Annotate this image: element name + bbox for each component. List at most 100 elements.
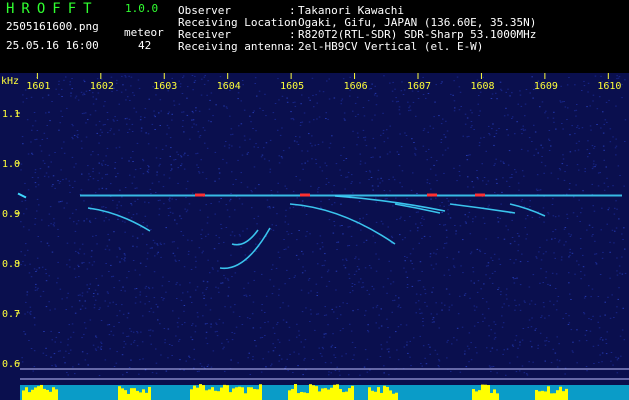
noise-dot	[449, 274, 451, 276]
noise-dot	[422, 325, 425, 327]
noise-dot	[591, 235, 593, 237]
noise-dot	[383, 190, 386, 191]
noise-dot	[424, 288, 426, 290]
noise-dot	[495, 178, 498, 180]
noise-dot	[100, 342, 103, 344]
noise-dot	[412, 248, 414, 250]
noise-dot	[99, 347, 102, 349]
noise-dot	[270, 268, 273, 270]
noise-dot	[499, 218, 501, 220]
noise-dot	[48, 111, 50, 113]
noise-dot	[493, 321, 495, 323]
noise-dot	[174, 159, 177, 160]
noise-dot	[25, 301, 27, 303]
noise-dot	[603, 182, 606, 184]
noise-dot	[390, 283, 392, 285]
noise-dot	[290, 111, 292, 113]
noise-dot	[352, 110, 354, 112]
noise-dot	[464, 214, 466, 216]
noise-dot	[207, 120, 210, 122]
noise-dot	[237, 98, 239, 100]
noise-dot	[503, 238, 506, 240]
noise-dot	[136, 237, 139, 239]
noise-dot	[285, 321, 288, 323]
noise-dot	[53, 353, 56, 355]
activity-bar	[315, 386, 318, 400]
noise-dot	[168, 281, 170, 282]
noise-dot	[552, 348, 554, 350]
noise-dot	[421, 270, 423, 272]
noise-dot	[539, 106, 541, 108]
noise-dot	[146, 258, 149, 260]
noise-dot	[474, 216, 477, 218]
noise-dot	[249, 318, 251, 320]
app-version: 1.0.0	[125, 2, 159, 15]
noise-dot	[301, 200, 304, 202]
noise-dot	[122, 84, 124, 86]
activity-bar	[395, 392, 398, 400]
noise-dot	[132, 245, 134, 247]
noise-dot	[147, 169, 150, 171]
noise-dot	[612, 364, 614, 366]
noise-dot	[159, 125, 161, 126]
noise-dot	[297, 144, 300, 145]
noise-dot	[494, 323, 497, 325]
noise-dot	[172, 212, 174, 214]
noise-dot	[415, 312, 417, 314]
noise-dot	[198, 172, 201, 174]
noise-dot	[197, 316, 199, 318]
info-label-antenna: Receiving antenna	[178, 40, 291, 53]
noise-dot	[450, 370, 452, 372]
noise-dot	[478, 95, 480, 96]
noise-dot	[119, 261, 121, 263]
noise-dot	[595, 253, 598, 255]
noise-dot	[240, 172, 242, 174]
noise-dot	[22, 101, 24, 103]
noise-dot	[272, 350, 275, 352]
noise-dot	[328, 78, 330, 80]
noise-dot	[310, 290, 312, 292]
noise-dot	[559, 100, 561, 102]
noise-dot	[172, 252, 175, 254]
noise-dot	[175, 199, 177, 201]
noise-dot	[335, 270, 338, 272]
noise-dot	[284, 283, 286, 285]
activity-bar	[538, 391, 541, 400]
noise-dot	[74, 312, 77, 314]
noise-dot	[432, 317, 435, 319]
noise-dot	[174, 255, 176, 257]
noise-dot	[130, 157, 132, 159]
noise-dot	[588, 152, 591, 154]
noise-dot	[396, 349, 398, 351]
noise-dot	[58, 201, 60, 203]
noise-dot	[368, 265, 371, 266]
noise-dot	[421, 225, 423, 226]
noise-dot	[106, 291, 109, 293]
noise-dot	[488, 204, 490, 206]
noise-dot	[524, 227, 526, 229]
noise-dot	[553, 252, 555, 254]
noise-dot	[154, 129, 156, 130]
noise-dot	[246, 317, 249, 319]
noise-dot	[159, 199, 161, 201]
noise-dot	[569, 254, 571, 256]
noise-dot	[162, 276, 164, 278]
noise-dot	[188, 355, 190, 357]
noise-dot	[477, 280, 480, 282]
noise-dot	[513, 278, 515, 280]
noise-dot	[277, 129, 279, 131]
noise-dot	[239, 146, 241, 148]
noise-dot	[483, 283, 485, 285]
noise-dot	[613, 213, 616, 215]
noise-dot	[81, 351, 84, 353]
noise-dot	[289, 353, 291, 355]
noise-dot	[313, 106, 315, 108]
noise-dot	[214, 213, 216, 215]
noise-dot	[456, 327, 459, 329]
noise-dot	[265, 295, 268, 297]
noise-dot	[191, 192, 194, 194]
noise-dot	[223, 241, 225, 243]
noise-dot	[609, 277, 611, 279]
noise-dot	[547, 283, 549, 285]
noise-dot	[529, 200, 531, 202]
